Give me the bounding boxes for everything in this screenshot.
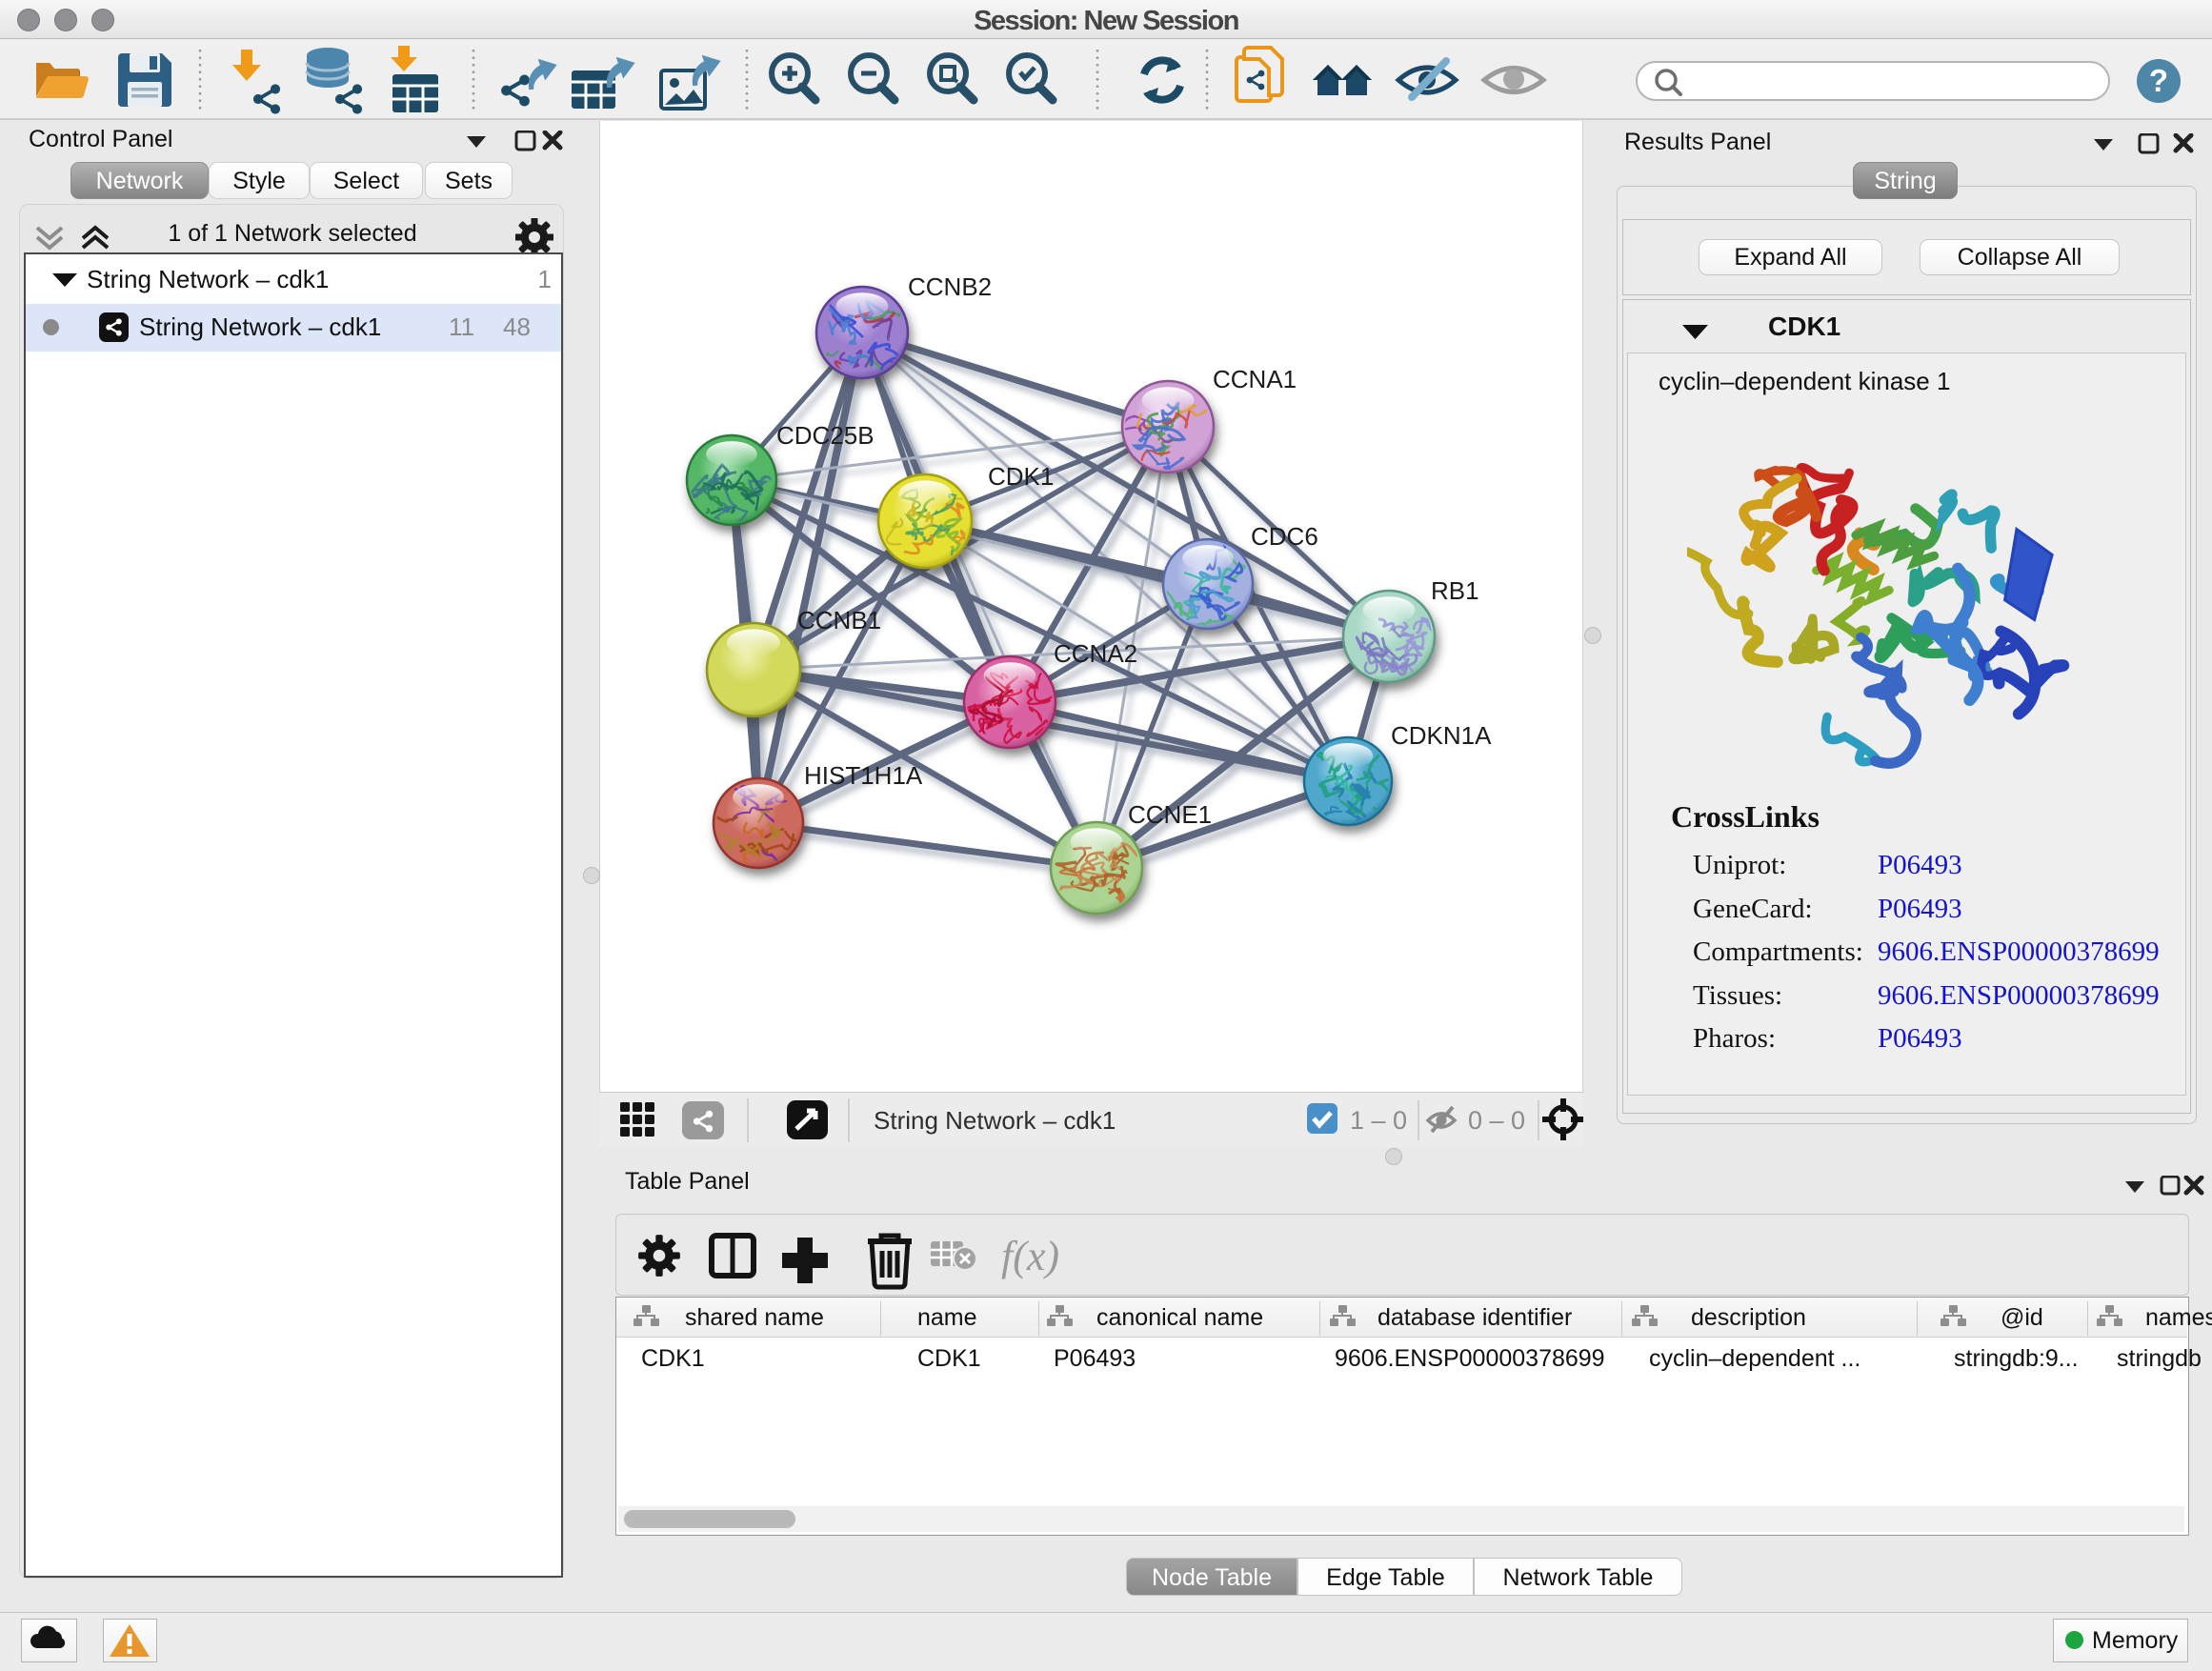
svg-text:CDC6: CDC6 [1251, 522, 1318, 551]
svg-text:f(x): f(x) [1001, 1233, 1059, 1279]
svg-text:1 – 0: 1 – 0 [1350, 1106, 1407, 1135]
svg-text:CDKN1A: CDKN1A [1391, 721, 1492, 750]
svg-text:CDK1: CDK1 [988, 462, 1054, 491]
svg-text:String Network – cdk1: String Network – cdk1 [874, 1106, 1116, 1135]
svg-text:RB1: RB1 [1431, 576, 1479, 605]
svg-text:CCNA1: CCNA1 [1213, 365, 1297, 393]
svg-text:CCNB1: CCNB1 [797, 606, 881, 634]
svg-text:CDC25B: CDC25B [776, 421, 875, 450]
svg-text:HIST1H1A: HIST1H1A [804, 761, 923, 790]
svg-text:CCNB2: CCNB2 [908, 272, 992, 301]
svg-text:0 – 0: 0 – 0 [1468, 1106, 1525, 1135]
svg-text:CCNA2: CCNA2 [1054, 639, 1137, 668]
svg-text:CCNE1: CCNE1 [1128, 800, 1212, 829]
